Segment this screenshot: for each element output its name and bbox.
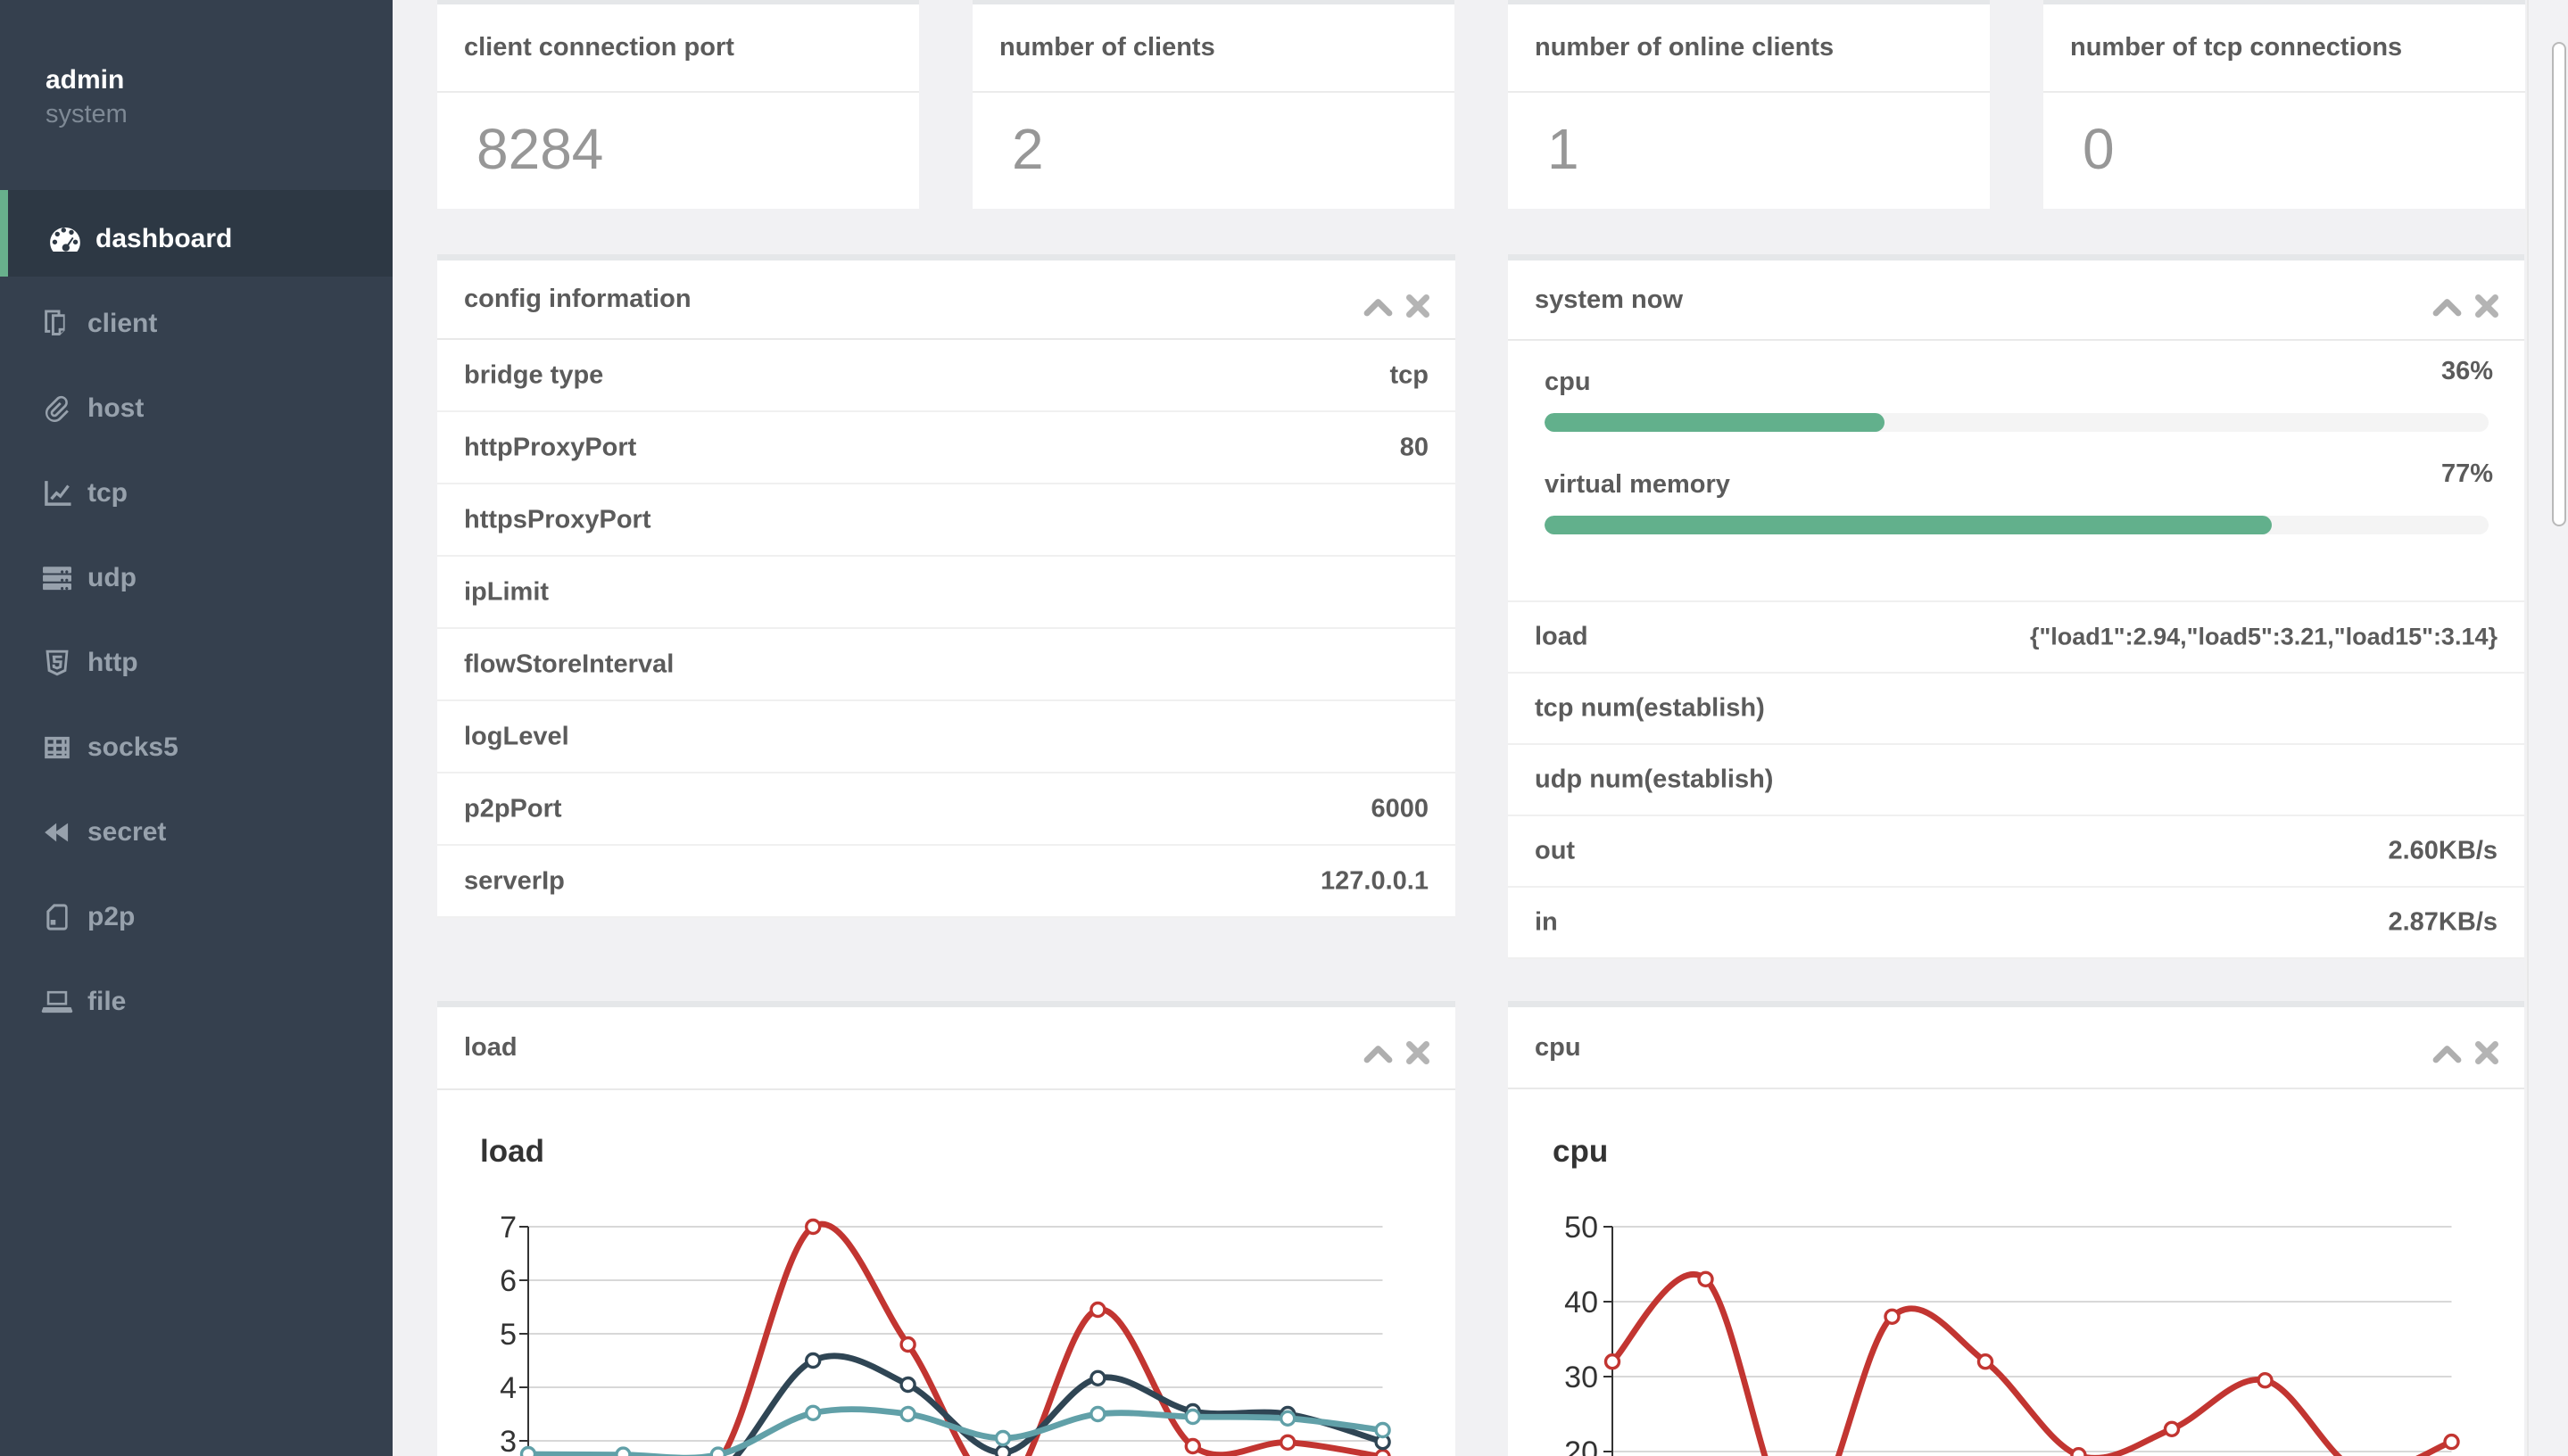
svg-text:30: 30 [1564,1361,1598,1394]
svg-text:load: load [480,1134,544,1169]
svg-text:40: 40 [1564,1286,1598,1320]
svg-text:50: 50 [1564,1211,1598,1245]
svg-text:4: 4 [500,1371,517,1405]
svg-text:6: 6 [500,1264,517,1298]
svg-text:5: 5 [500,1318,517,1352]
svg-text:cpu: cpu [1553,1134,1608,1169]
svg-text:7: 7 [500,1211,517,1245]
svg-text:20: 20 [1564,1435,1598,1456]
svg-text:3: 3 [500,1425,517,1456]
